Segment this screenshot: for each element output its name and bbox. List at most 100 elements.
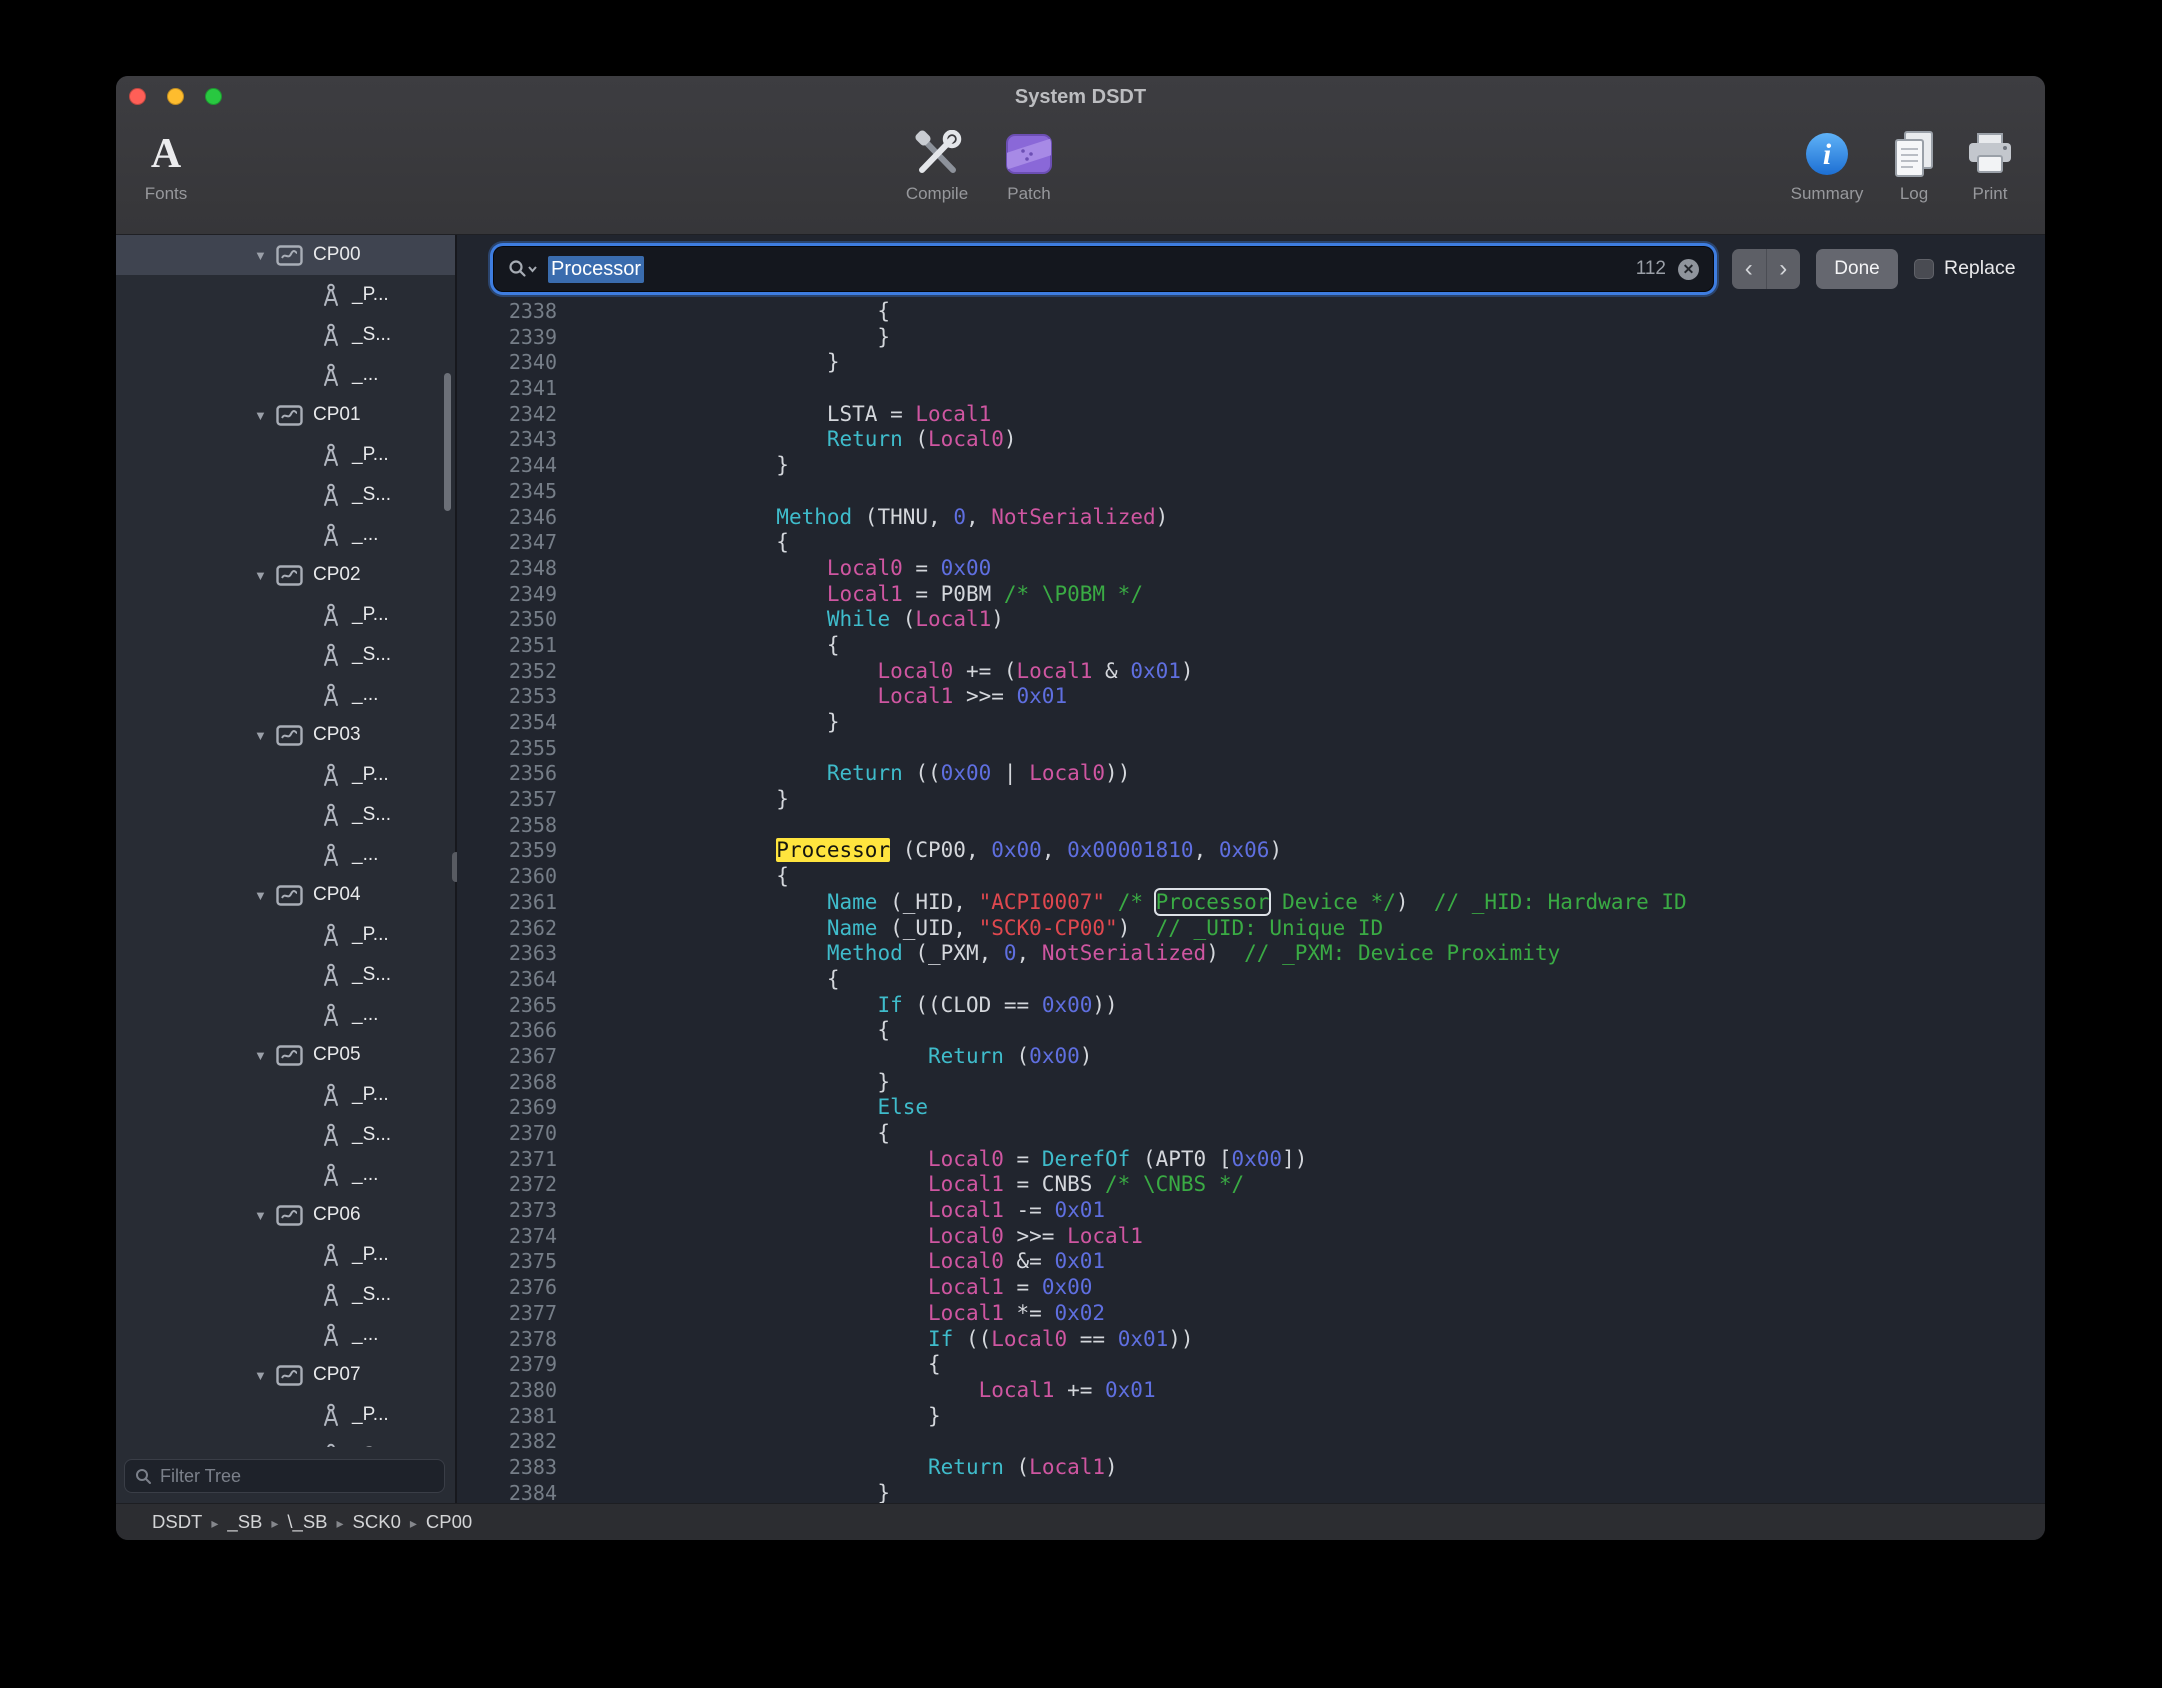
log-label: Log xyxy=(1872,184,1956,204)
tree-item-child[interactable]: _... xyxy=(116,995,455,1035)
code-line: 2358 xyxy=(457,813,2045,839)
breadcrumb-item[interactable]: SCK0 xyxy=(353,1511,401,1532)
fonts-icon: A xyxy=(116,128,216,180)
tree-item-cp04[interactable]: ▼CP04 xyxy=(116,875,455,915)
code-line: 2371 Local0 = DerefOf (APT0 [0x00]) xyxy=(457,1147,2045,1173)
tree-item-child[interactable]: _P... xyxy=(116,915,455,955)
tree-item-label: _... xyxy=(352,1324,378,1346)
line-number: 2346 xyxy=(457,505,557,531)
compile-button[interactable]: Compile xyxy=(887,128,987,204)
method-icon xyxy=(320,1123,342,1148)
find-prev-next-segment: ‹ › xyxy=(1732,249,1800,289)
disclosure-triangle-icon[interactable]: ▼ xyxy=(254,408,276,423)
line-number: 2367 xyxy=(457,1044,557,1070)
tree-item-child[interactable]: _... xyxy=(116,515,455,555)
patch-button[interactable]: Patch xyxy=(979,128,1079,204)
tree-item-cp01[interactable]: ▼ CP01 xyxy=(116,395,455,435)
tree-item-child[interactable]: _S... xyxy=(116,1275,455,1315)
tree-item-child[interactable]: _... xyxy=(116,835,455,875)
find-next-button[interactable]: › xyxy=(1766,249,1801,289)
disclosure-triangle-icon[interactable]: ▼ xyxy=(254,1368,276,1383)
method-icon xyxy=(320,1283,342,1308)
tree-item-child[interactable]: _P... xyxy=(116,1235,455,1275)
tree-item-child[interactable]: _S... xyxy=(116,475,455,515)
line-number: 2344 xyxy=(457,453,557,479)
tree-item-child[interactable]: _P... xyxy=(116,1075,455,1115)
tree-item-child[interactable]: _S... xyxy=(116,1115,455,1155)
code-editor[interactable]: 2338 {2339 }2340 }23412342 LSTA = Local1… xyxy=(457,299,2045,1504)
tree-item-child[interactable]: _P... xyxy=(116,755,455,795)
summary-button[interactable]: i Summary xyxy=(1785,128,1869,204)
fonts-label: Fonts xyxy=(116,184,216,204)
disclosure-triangle-icon[interactable]: ▼ xyxy=(254,248,276,263)
tree-item-child[interactable]: _... xyxy=(116,1155,455,1195)
find-input[interactable]: Processor 112 ✕ xyxy=(494,247,1713,291)
line-number: 2368 xyxy=(457,1070,557,1096)
processor-object-icon xyxy=(276,725,303,746)
find-previous-button[interactable]: ‹ xyxy=(1732,249,1766,289)
desktop-background: System DSDT A Fonts Compile xyxy=(0,0,2162,1688)
tree-item-cp00[interactable]: ▼CP00 xyxy=(116,235,455,275)
line-number: 2341 xyxy=(457,376,557,402)
search-options-icon[interactable] xyxy=(508,259,538,279)
breadcrumb-item[interactable]: \_SB xyxy=(287,1511,327,1532)
tree-item-label: CP07 xyxy=(313,1364,361,1386)
disclosure-triangle-icon[interactable]: ▼ xyxy=(254,1048,276,1063)
line-number: 2358 xyxy=(457,813,557,839)
code-line: 2367 Return (0x00) xyxy=(457,1044,2045,1070)
line-number: 2345 xyxy=(457,479,557,505)
breadcrumb-separator-icon: ▸ xyxy=(410,1515,417,1531)
print-button[interactable]: Print xyxy=(1948,128,2032,204)
match-count: 112 xyxy=(1636,258,1666,280)
tree-item-child[interactable]: _S... xyxy=(116,795,455,835)
disclosure-triangle-icon[interactable]: ▼ xyxy=(254,568,276,583)
filter-tree-field[interactable]: Filter Tree xyxy=(124,1459,445,1493)
log-button[interactable]: Log xyxy=(1872,128,1956,204)
sidebar-scrollbar-thumb[interactable] xyxy=(444,373,451,511)
tree-item-child[interactable]: _P... xyxy=(116,595,455,635)
tree-item-label: _... xyxy=(352,524,378,546)
tree-item-child[interactable]: _S... xyxy=(116,635,455,675)
tree-item-cp05[interactable]: ▼CP05 xyxy=(116,1035,455,1075)
status-bar: DSDT▸_SB▸\_SB▸SCK0▸CP00 xyxy=(116,1503,2045,1540)
method-icon xyxy=(320,603,342,628)
tree-item-label: _... xyxy=(352,844,378,866)
code-line: 2364 { xyxy=(457,967,2045,993)
tree-item-child[interactable]: _... xyxy=(116,355,455,395)
tree-item-cp06[interactable]: ▼CP06 xyxy=(116,1195,455,1235)
tree-item-child[interactable]: _P... xyxy=(116,1395,455,1435)
tree-item-cp07[interactable]: ▼ CP07 xyxy=(116,1355,455,1395)
tree-item-label: _... xyxy=(352,684,378,706)
replace-checkbox[interactable] xyxy=(1914,259,1934,279)
fonts-button[interactable]: A Fonts xyxy=(116,128,216,204)
code-line: 2350 While (Local1) xyxy=(457,607,2045,633)
tree-item-child[interactable]: _S... xyxy=(116,315,455,355)
code-line: 2353 Local1 >>= 0x01 xyxy=(457,684,2045,710)
disclosure-triangle-icon[interactable]: ▼ xyxy=(254,888,276,903)
done-button[interactable]: Done xyxy=(1816,249,1898,289)
summary-label: Summary xyxy=(1785,184,1869,204)
tree-item-child[interactable]: _S... xyxy=(116,955,455,995)
tree-item-child[interactable]: _S... xyxy=(116,1435,455,1447)
tree-item-label: CP01 xyxy=(313,404,361,426)
disclosure-triangle-icon[interactable]: ▼ xyxy=(254,728,276,743)
tree-item-child[interactable]: _P... xyxy=(116,275,455,315)
breadcrumb-item[interactable]: DSDT xyxy=(152,1511,202,1532)
tree-item-child[interactable]: _... xyxy=(116,1315,455,1355)
line-number: 2339 xyxy=(457,325,557,351)
processor-object-icon xyxy=(276,1045,303,1066)
tree-item-child[interactable]: _... xyxy=(116,675,455,715)
tree-item-cp02[interactable]: ▼CP02 xyxy=(116,555,455,595)
breadcrumb-item[interactable]: _SB xyxy=(227,1511,262,1532)
tree-item-label: _... xyxy=(352,1164,378,1186)
tree-item-child[interactable]: _P... xyxy=(116,435,455,475)
sidebar-tree[interactable]: ▼CP00_P..._S..._...▼CP01_P..._S..._...▼C… xyxy=(116,235,455,1447)
clear-search-icon[interactable]: ✕ xyxy=(1678,259,1699,280)
patch-label: Patch xyxy=(979,184,1079,204)
tree-item-cp03[interactable]: ▼CP03 xyxy=(116,715,455,755)
line-number: 2376 xyxy=(457,1275,557,1301)
breadcrumb-item[interactable]: CP00 xyxy=(426,1511,472,1532)
method-icon xyxy=(320,1443,342,1448)
disclosure-triangle-icon[interactable]: ▼ xyxy=(254,1208,276,1223)
line-number: 2364 xyxy=(457,967,557,993)
